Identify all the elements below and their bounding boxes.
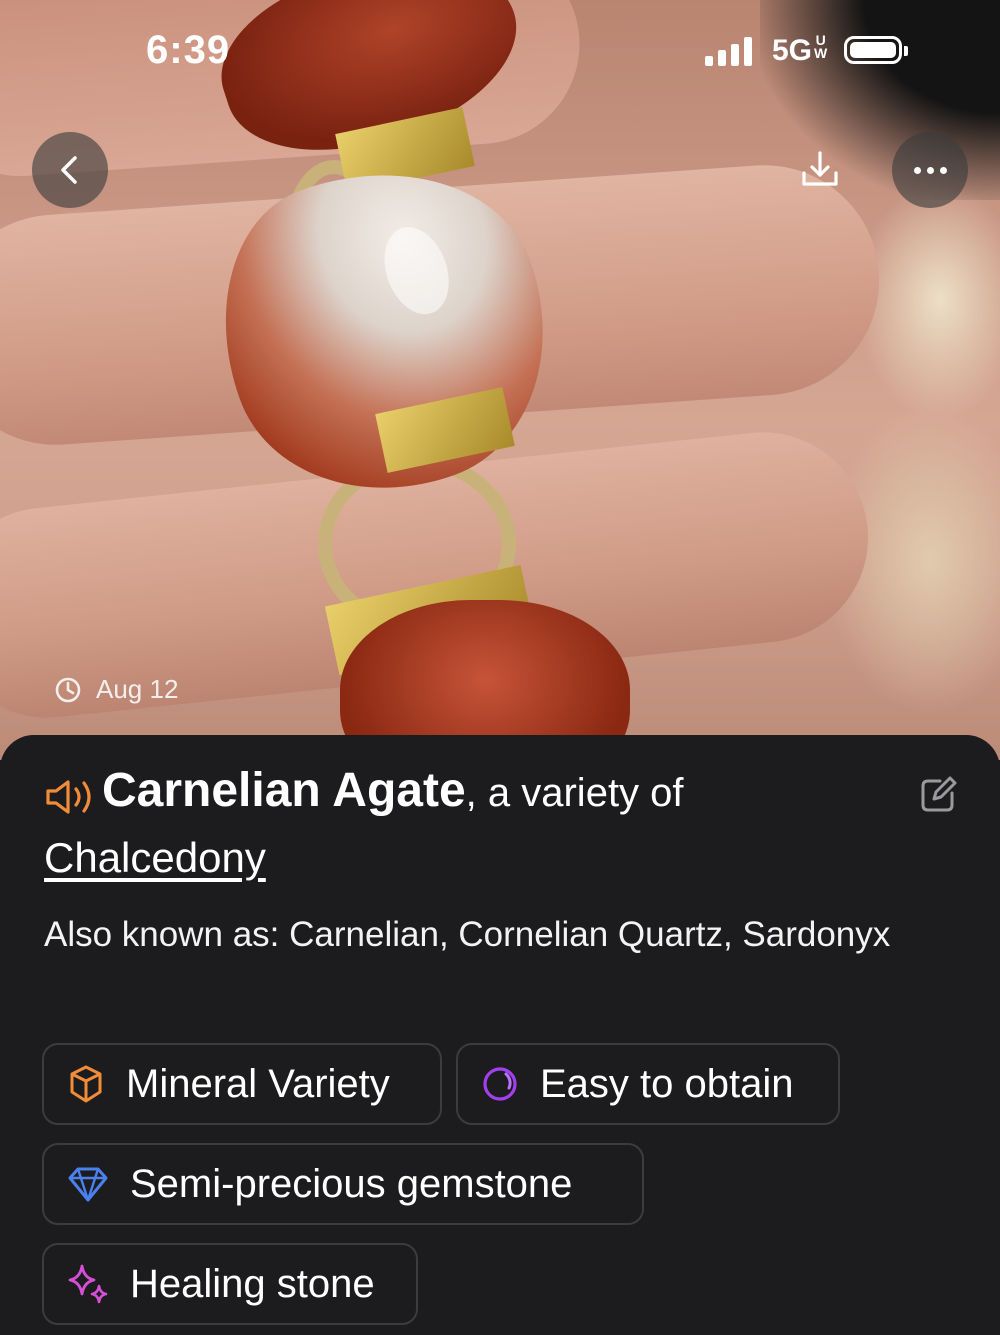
download-button[interactable] [795, 145, 845, 195]
tag-chip-semi-precious-gemstone[interactable]: Semi-precious gemstone [42, 1143, 644, 1225]
photo-date: Aug 12 [54, 674, 178, 705]
tag-chip-mineral-variety[interactable]: Mineral Variety [42, 1043, 442, 1125]
also-known-as: Also known as: Carnelian, Cornelian Quar… [44, 905, 944, 964]
edit-icon [921, 776, 957, 812]
diamond-icon [68, 1167, 108, 1202]
battery-icon [844, 36, 908, 64]
aka-values: Carnelian, Cornelian Quartz, Sardonyx [289, 915, 891, 954]
ellipsis-icon [913, 166, 947, 174]
more-options-button[interactable] [892, 132, 968, 208]
tag-chip-healing-stone[interactable]: Healing stone [42, 1243, 418, 1325]
specimen-name: Carnelian Agate [102, 764, 466, 817]
tag-label: Healing stone [130, 1261, 375, 1306]
cellular-signal-icon [705, 36, 752, 66]
info-sheet: Carnelian Agate, a variety of Chalcedony… [0, 735, 1000, 1335]
photo-date-text: Aug 12 [96, 674, 179, 704]
tag-label: Mineral Variety [126, 1061, 390, 1106]
network-suffix: UW [814, 32, 828, 61]
tag-chip-easy-to-obtain[interactable]: Easy to obtain [456, 1043, 840, 1125]
download-icon [802, 151, 838, 186]
clock-icon [55, 677, 81, 702]
edit-button[interactable] [918, 775, 958, 815]
status-time: 6:39 [146, 28, 231, 72]
specimen-title: Carnelian Agate, a variety of Chalcedony [44, 763, 904, 896]
back-button[interactable] [32, 132, 108, 208]
chevron-left-icon [61, 156, 77, 184]
speaker-icon[interactable] [44, 777, 96, 817]
network-indicator: 5G U W [772, 32, 828, 68]
rarity-ring-icon [483, 1067, 517, 1101]
parent-mineral-link[interactable]: Chalcedony [44, 830, 266, 886]
sparkle-icon [68, 1264, 108, 1304]
variety-text: , a variety of [465, 771, 684, 815]
aka-label: Also known as: [44, 915, 280, 954]
network-label: 5G [772, 34, 813, 67]
specimen-photo [0, 0, 1000, 760]
crystal-icon [70, 1065, 102, 1103]
tag-label: Semi-precious gemstone [130, 1161, 573, 1206]
tag-label: Easy to obtain [540, 1061, 794, 1106]
